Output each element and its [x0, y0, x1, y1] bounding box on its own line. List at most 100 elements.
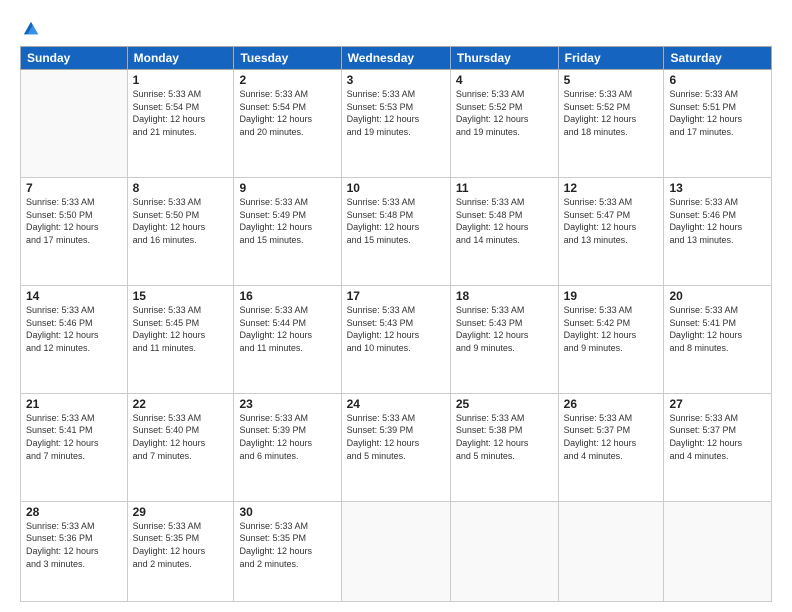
day-info: Sunrise: 5:33 AM Sunset: 5:46 PM Dayligh… [669, 196, 766, 246]
calendar-cell [450, 501, 558, 601]
day-info: Sunrise: 5:33 AM Sunset: 5:46 PM Dayligh… [26, 304, 122, 354]
calendar-cell: 21Sunrise: 5:33 AM Sunset: 5:41 PM Dayli… [21, 393, 128, 501]
day-number: 7 [26, 181, 122, 195]
weekday-header-friday: Friday [558, 47, 664, 70]
calendar-cell [664, 501, 772, 601]
day-info: Sunrise: 5:33 AM Sunset: 5:43 PM Dayligh… [456, 304, 553, 354]
day-number: 11 [456, 181, 553, 195]
calendar-cell: 7Sunrise: 5:33 AM Sunset: 5:50 PM Daylig… [21, 177, 128, 285]
day-info: Sunrise: 5:33 AM Sunset: 5:37 PM Dayligh… [564, 412, 659, 462]
calendar-cell: 29Sunrise: 5:33 AM Sunset: 5:35 PM Dayli… [127, 501, 234, 601]
header [20, 18, 772, 38]
calendar-cell: 12Sunrise: 5:33 AM Sunset: 5:47 PM Dayli… [558, 177, 664, 285]
day-info: Sunrise: 5:33 AM Sunset: 5:54 PM Dayligh… [133, 88, 229, 138]
day-number: 27 [669, 397, 766, 411]
calendar-table: SundayMondayTuesdayWednesdayThursdayFrid… [20, 46, 772, 602]
day-info: Sunrise: 5:33 AM Sunset: 5:39 PM Dayligh… [347, 412, 445, 462]
day-info: Sunrise: 5:33 AM Sunset: 5:42 PM Dayligh… [564, 304, 659, 354]
calendar-cell: 18Sunrise: 5:33 AM Sunset: 5:43 PM Dayli… [450, 285, 558, 393]
calendar-cell: 23Sunrise: 5:33 AM Sunset: 5:39 PM Dayli… [234, 393, 341, 501]
day-number: 25 [456, 397, 553, 411]
calendar-week-3: 21Sunrise: 5:33 AM Sunset: 5:41 PM Dayli… [21, 393, 772, 501]
calendar-cell: 19Sunrise: 5:33 AM Sunset: 5:42 PM Dayli… [558, 285, 664, 393]
day-number: 20 [669, 289, 766, 303]
calendar-cell: 27Sunrise: 5:33 AM Sunset: 5:37 PM Dayli… [664, 393, 772, 501]
day-info: Sunrise: 5:33 AM Sunset: 5:51 PM Dayligh… [669, 88, 766, 138]
calendar-cell: 25Sunrise: 5:33 AM Sunset: 5:38 PM Dayli… [450, 393, 558, 501]
calendar-cell: 15Sunrise: 5:33 AM Sunset: 5:45 PM Dayli… [127, 285, 234, 393]
day-number: 12 [564, 181, 659, 195]
day-info: Sunrise: 5:33 AM Sunset: 5:37 PM Dayligh… [669, 412, 766, 462]
calendar-cell [21, 70, 128, 178]
day-info: Sunrise: 5:33 AM Sunset: 5:41 PM Dayligh… [669, 304, 766, 354]
day-info: Sunrise: 5:33 AM Sunset: 5:54 PM Dayligh… [239, 88, 335, 138]
day-number: 17 [347, 289, 445, 303]
calendar-cell: 3Sunrise: 5:33 AM Sunset: 5:53 PM Daylig… [341, 70, 450, 178]
day-info: Sunrise: 5:33 AM Sunset: 5:44 PM Dayligh… [239, 304, 335, 354]
calendar-week-1: 7 Sunrise: 5:33 AM Sunset: 5:50 PM Daylig… [21, 177, 772, 285]
day-number: 6 [669, 73, 766, 87]
calendar-cell: 8Sunrise: 5:33 AM Sunset: 5:50 PM Daylig… [127, 177, 234, 285]
day-info: Sunrise: 5:33 AM Sunset: 5:36 PM Dayligh… [26, 520, 122, 570]
calendar-cell: 16Sunrise: 5:33 AM Sunset: 5:44 PM Dayli… [234, 285, 341, 393]
calendar-cell: 22Sunrise: 5:33 AM Sunset: 5:40 PM Dayli… [127, 393, 234, 501]
day-info: Sunrise: 5:33 AM Sunset: 5:49 PM Dayligh… [239, 196, 335, 246]
day-number: 26 [564, 397, 659, 411]
calendar-cell: 28Sunrise: 5:33 AM Sunset: 5:36 PM Dayli… [21, 501, 128, 601]
calendar-cell: 2Sunrise: 5:33 AM Sunset: 5:54 PM Daylig… [234, 70, 341, 178]
calendar-week-2: 14Sunrise: 5:33 AM Sunset: 5:46 PM Dayli… [21, 285, 772, 393]
logo-icon [22, 20, 40, 38]
day-number: 9 [239, 181, 335, 195]
day-info: Sunrise: 5:33 AM Sunset: 5:48 PM Dayligh… [347, 196, 445, 246]
day-info: Sunrise: 5:33 AM Sunset: 5:35 PM Dayligh… [133, 520, 229, 570]
day-number: 23 [239, 397, 335, 411]
calendar-cell: 6Sunrise: 5:33 AM Sunset: 5:51 PM Daylig… [664, 70, 772, 178]
day-info: Sunrise: 5:33 AM Sunset: 5:35 PM Dayligh… [239, 520, 335, 570]
day-number: 28 [26, 505, 122, 519]
calendar-cell: 30Sunrise: 5:33 AM Sunset: 5:35 PM Dayli… [234, 501, 341, 601]
calendar-cell: 24Sunrise: 5:33 AM Sunset: 5:39 PM Dayli… [341, 393, 450, 501]
day-info: Sunrise: 5:33 AM Sunset: 5:38 PM Dayligh… [456, 412, 553, 462]
day-number: 14 [26, 289, 122, 303]
day-number: 1 [133, 73, 229, 87]
day-number: 21 [26, 397, 122, 411]
calendar-cell: 4Sunrise: 5:33 AM Sunset: 5:52 PM Daylig… [450, 70, 558, 178]
day-number: 3 [347, 73, 445, 87]
day-number: 29 [133, 505, 229, 519]
day-info: Sunrise: 5:33 AM Sunset: 5:48 PM Dayligh… [456, 196, 553, 246]
calendar-cell: 26Sunrise: 5:33 AM Sunset: 5:37 PM Dayli… [558, 393, 664, 501]
day-info: Sunrise: 5:33 AM Sunset: 5:53 PM Dayligh… [347, 88, 445, 138]
weekday-header-thursday: Thursday [450, 47, 558, 70]
day-number: 5 [564, 73, 659, 87]
weekday-header-wednesday: Wednesday [341, 47, 450, 70]
day-number: 22 [133, 397, 229, 411]
calendar-cell [558, 501, 664, 601]
day-info: Sunrise: 5:33 AM Sunset: 5:45 PM Dayligh… [133, 304, 229, 354]
day-info: Sunrise: 5:33 AM Sunset: 5:39 PM Dayligh… [239, 412, 335, 462]
calendar-cell: 17Sunrise: 5:33 AM Sunset: 5:43 PM Dayli… [341, 285, 450, 393]
day-info: Sunrise: 5:33 AM Sunset: 5:41 PM Dayligh… [26, 412, 122, 462]
day-number: 19 [564, 289, 659, 303]
calendar-cell: 5Sunrise: 5:33 AM Sunset: 5:52 PM Daylig… [558, 70, 664, 178]
calendar-header-row: SundayMondayTuesdayWednesdayThursdayFrid… [21, 47, 772, 70]
day-number: 10 [347, 181, 445, 195]
calendar-week-4: 28Sunrise: 5:33 AM Sunset: 5:36 PM Dayli… [21, 501, 772, 601]
day-info: Sunrise: 5:33 AM Sunset: 5:52 PM Dayligh… [564, 88, 659, 138]
weekday-header-saturday: Saturday [664, 47, 772, 70]
day-info: Sunrise: 5:33 AM Sunset: 5:50 PM Dayligh… [133, 196, 229, 246]
day-number: 8 [133, 181, 229, 195]
day-number: 16 [239, 289, 335, 303]
weekday-header-sunday: Sunday [21, 47, 128, 70]
calendar-cell: 9Sunrise: 5:33 AM Sunset: 5:49 PM Daylig… [234, 177, 341, 285]
calendar-week-0: 1Sunrise: 5:33 AM Sunset: 5:54 PM Daylig… [21, 70, 772, 178]
calendar-cell: 11Sunrise: 5:33 AM Sunset: 5:48 PM Dayli… [450, 177, 558, 285]
day-number: 13 [669, 181, 766, 195]
day-number: 4 [456, 73, 553, 87]
weekday-header-monday: Monday [127, 47, 234, 70]
day-info: Sunrise: 5:33 AM Sunset: 5:43 PM Dayligh… [347, 304, 445, 354]
day-info: Sunrise: 5:33 AM Sunset: 5:52 PM Dayligh… [456, 88, 553, 138]
day-number: 2 [239, 73, 335, 87]
logo [20, 18, 40, 38]
calendar-cell: 20Sunrise: 5:33 AM Sunset: 5:41 PM Dayli… [664, 285, 772, 393]
calendar-cell: 14Sunrise: 5:33 AM Sunset: 5:46 PM Dayli… [21, 285, 128, 393]
